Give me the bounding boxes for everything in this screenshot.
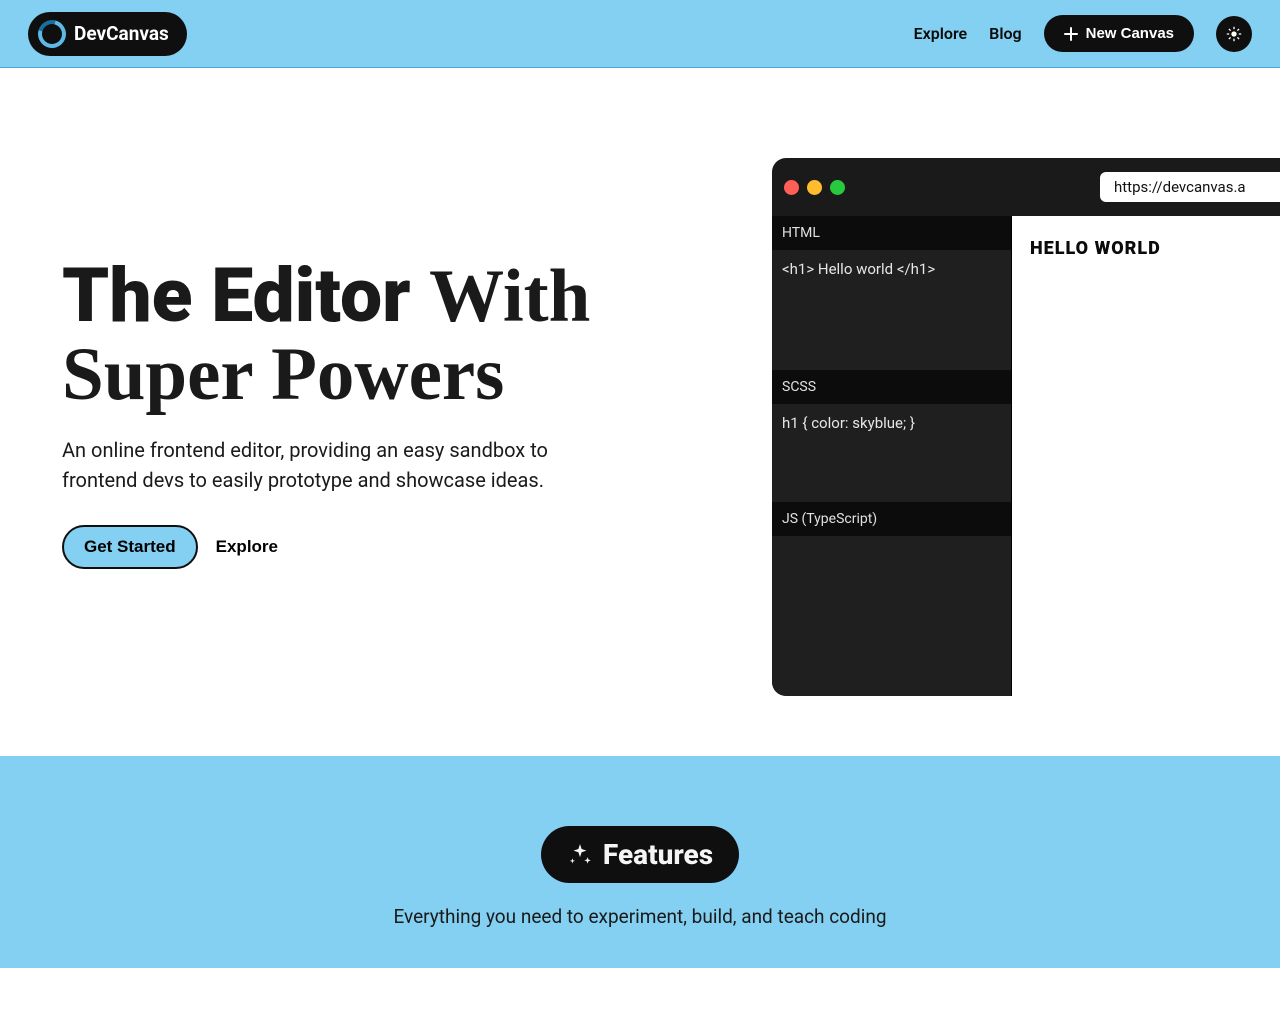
logo[interactable]: DevCanvas [28,12,187,56]
new-canvas-label: New Canvas [1086,25,1174,42]
panel-js-body[interactable] [772,536,1011,696]
window-close-icon [784,180,799,195]
features-pill: Features [541,826,739,883]
preview-output: HELLO WORLD [1030,238,1280,259]
sun-icon [1226,26,1242,42]
logo-text: DevCanvas [74,22,169,45]
hero-title: The Editor With Super Powers [62,258,762,413]
hero-buttons: Get Started Explore [62,525,762,569]
nav-right: Explore Blog New Canvas [914,15,1252,52]
new-canvas-button[interactable]: New Canvas [1044,15,1194,52]
features-subtitle: Everything you need to experiment, build… [20,905,1260,928]
logo-icon [33,14,71,52]
window-minimize-icon [807,180,822,195]
window-bar: https://devcanvas.a [772,158,1280,216]
nav-explore[interactable]: Explore [914,24,968,43]
sparkle-icon [567,842,593,868]
code-column: HTML <h1> Hello world </h1> SCSS h1 { co… [772,216,1012,696]
panel-scss-body[interactable]: h1 { color: skyblue; } [772,404,1011,502]
editor-body: HTML <h1> Hello world </h1> SCSS h1 { co… [772,216,1280,696]
features-pill-label: Features [603,838,713,871]
hero-left: The Editor With Super Powers An online f… [62,158,762,696]
theme-toggle-button[interactable] [1216,16,1252,52]
url-bar: https://devcanvas.a [1100,172,1280,202]
nav-blog[interactable]: Blog [989,24,1021,43]
editor-window: https://devcanvas.a HTML <h1> Hello worl… [772,158,1280,696]
hero-right: https://devcanvas.a HTML <h1> Hello worl… [772,158,1280,696]
get-started-button[interactable]: Get Started [62,525,198,569]
preview-pane: HELLO WORLD [1012,216,1280,696]
hero-section: The Editor With Super Powers An online f… [0,68,1280,756]
features-section: Features Everything you need to experime… [0,756,1280,968]
panel-scss-header: SCSS [772,370,1011,404]
plus-icon [1064,27,1078,41]
panel-html-body[interactable]: <h1> Hello world </h1> [772,250,1011,370]
panel-html-header: HTML [772,216,1011,250]
hero-subtitle: An online frontend editor, providing an … [62,435,622,495]
window-dots [784,180,845,195]
window-maximize-icon [830,180,845,195]
explore-button[interactable]: Explore [216,537,278,557]
top-header: DevCanvas Explore Blog New Canvas [0,0,1280,68]
hero-title-bold: The Editor [62,252,411,340]
panel-js-header: JS (TypeScript) [772,502,1011,536]
